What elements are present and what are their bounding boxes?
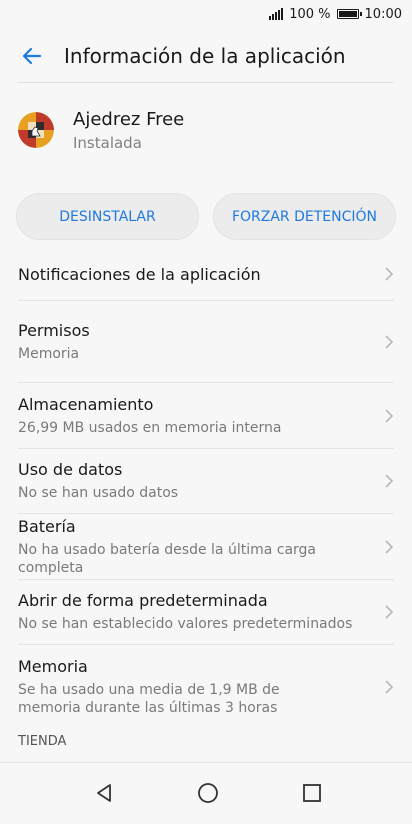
list-item-permissions[interactable]: Permisos Memoria — [18, 301, 394, 383]
navigation-bar — [0, 762, 412, 824]
app-status: Instalada — [73, 133, 142, 152]
list-item-subtitle: Memoria — [18, 345, 80, 362]
chevron-right-icon — [374, 473, 394, 489]
section-header-store: TIENDA — [18, 734, 67, 749]
back-button[interactable] — [0, 28, 64, 84]
list-item-notifications[interactable]: Notificaciones de la aplicación — [18, 248, 394, 301]
list-item-storage[interactable]: Almacenamiento 26,99 MB usados en memoria… — [18, 383, 394, 449]
list-item-title: Uso de datos — [18, 460, 123, 479]
chevron-right-icon — [374, 266, 394, 282]
settings-list: Notificaciones de la aplicación Permisos… — [18, 248, 394, 728]
nav-recents-button[interactable] — [298, 779, 326, 807]
list-item-title: Batería — [18, 516, 76, 536]
recents-square-icon — [303, 784, 321, 802]
signal-icon — [269, 8, 284, 20]
back-triangle-icon — [97, 784, 111, 802]
nav-back-button[interactable] — [90, 779, 118, 807]
list-item-title: Abrir de forma predeterminada — [18, 591, 268, 610]
force-stop-button[interactable]: FORZAR DETENCIÓN — [213, 193, 396, 240]
list-item-title: Notificaciones de la aplicación — [18, 264, 261, 284]
list-item-subtitle: No se han establecido valores predetermi… — [18, 616, 353, 632]
chevron-right-icon — [374, 604, 394, 620]
list-item-subtitle: 26,99 MB usados en memoria interna — [18, 419, 282, 436]
app-name: Ajedrez Free — [73, 108, 185, 130]
uninstall-button[interactable]: DESINSTALAR — [16, 193, 199, 240]
chess-app-icon — [18, 112, 54, 148]
clock: 10:00 — [364, 6, 402, 22]
app-bar: Información de la aplicación — [0, 28, 412, 84]
chevron-right-icon — [374, 679, 394, 695]
divider — [18, 82, 394, 83]
list-item-subtitle: No se han usado datos — [18, 485, 179, 501]
home-circle-icon — [198, 783, 218, 803]
status-bar: 100 % 10:00 — [0, 0, 412, 28]
battery-percentage: 100 % — [289, 6, 331, 22]
arrow-left-icon — [22, 47, 42, 65]
page-title: Información de la aplicación — [64, 44, 346, 68]
list-item-data-usage[interactable]: Uso de datos No se han usado datos — [18, 449, 394, 514]
list-item-title: Memoria — [18, 656, 88, 676]
list-item-subtitle: Se ha usado una media de 1,9 MB de memor… — [18, 681, 280, 716]
list-item-subtitle: No ha usado batería desde la última carg… — [18, 541, 317, 576]
list-item-title: Almacenamiento — [18, 394, 154, 414]
app-header: Ajedrez Free Instalada — [18, 100, 394, 160]
battery-icon — [336, 9, 362, 19]
nav-home-button[interactable] — [194, 779, 222, 807]
chevron-right-icon — [374, 539, 394, 555]
list-item-memory[interactable]: Memoria Se ha usado una media de 1,9 MB d… — [18, 645, 394, 728]
list-item-battery[interactable]: Batería No ha usado batería desde la últi… — [18, 514, 394, 580]
list-item-title: Permisos — [18, 320, 90, 340]
action-buttons: DESINSTALAR FORZAR DETENCIÓN — [16, 193, 396, 240]
chevron-right-icon — [374, 408, 394, 424]
chevron-right-icon — [374, 334, 394, 350]
list-item-open-by-default[interactable]: Abrir de forma predeterminada No se han e… — [18, 580, 394, 645]
